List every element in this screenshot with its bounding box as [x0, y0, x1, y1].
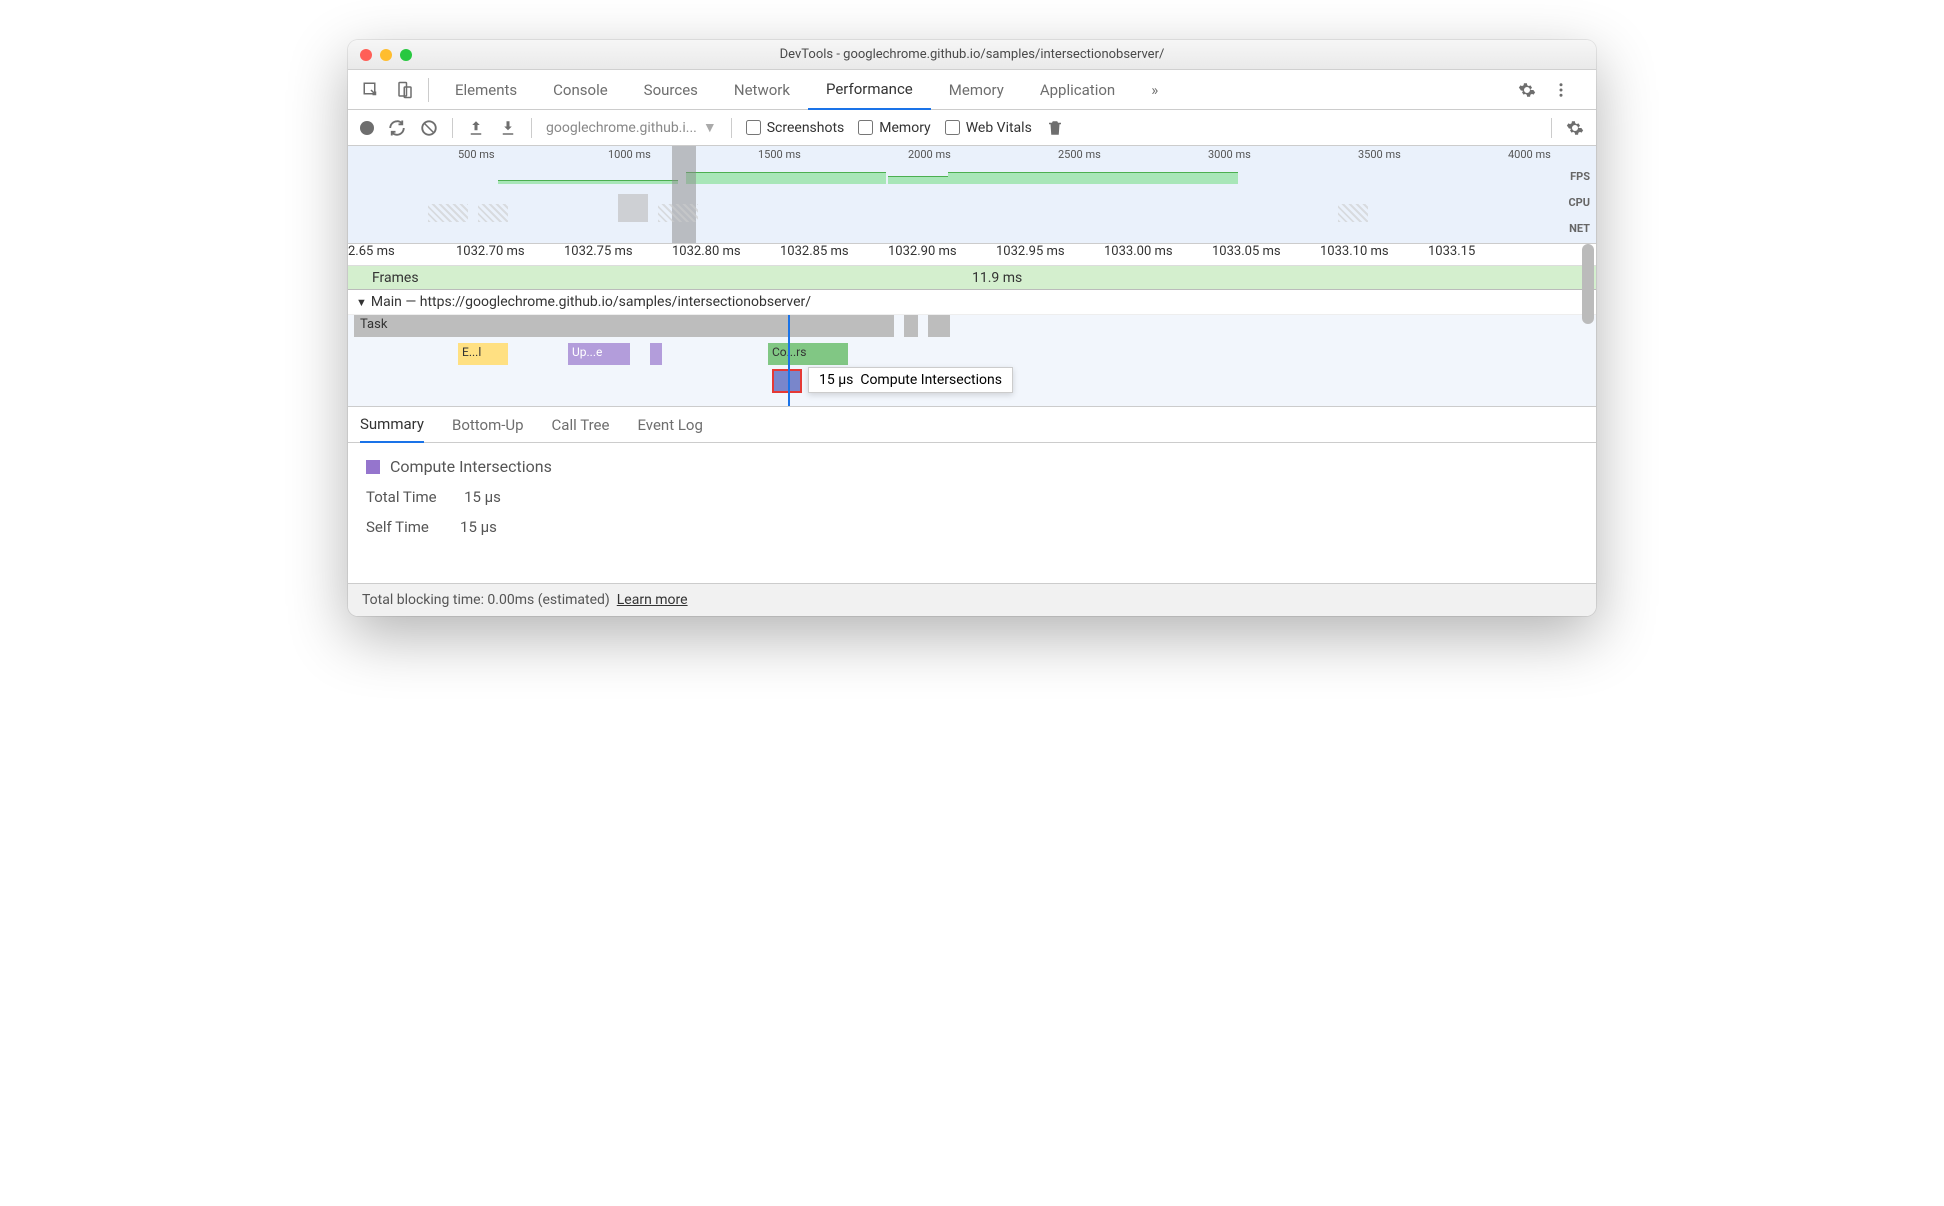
- selected-event[interactable]: [772, 369, 802, 393]
- traffic-lights: [360, 49, 412, 61]
- blocking-time: Total blocking time: 0.00ms (estimated): [362, 592, 610, 608]
- overview-ruler: 500 ms 1000 ms 1500 ms 2000 ms 2500 ms 3…: [348, 146, 1596, 162]
- tab-sources[interactable]: Sources: [626, 70, 716, 110]
- tab-performance[interactable]: Performance: [808, 70, 931, 110]
- fps-track: [348, 164, 1566, 190]
- settings-icon[interactable]: [1566, 119, 1584, 137]
- total-time-value: 15 µs: [464, 488, 501, 506]
- flame-event[interactable]: [650, 343, 662, 365]
- inspect-icon[interactable]: [360, 79, 382, 101]
- flame-task[interactable]: Task: [354, 315, 894, 337]
- overview-labels: FPS CPU NET: [1568, 164, 1590, 242]
- overview-panel[interactable]: 500 ms 1000 ms 1500 ms 2000 ms 2500 ms 3…: [348, 146, 1596, 244]
- tab-call-tree[interactable]: Call Tree: [552, 408, 610, 442]
- tab-console[interactable]: Console: [535, 70, 626, 110]
- main-tabs: Elements Console Sources Network Perform…: [348, 70, 1596, 110]
- playhead[interactable]: [788, 315, 790, 406]
- total-time-label: Total Time: [366, 488, 437, 506]
- tooltip-name: Compute Intersections: [860, 372, 1002, 388]
- reload-icon[interactable]: [388, 119, 406, 137]
- flame-task-fragment[interactable]: [928, 315, 950, 337]
- tab-bottom-up[interactable]: Bottom-Up: [452, 408, 524, 442]
- tooltip-duration: 15 µs: [819, 372, 853, 388]
- device-icon[interactable]: [394, 79, 416, 101]
- self-time-label: Self Time: [366, 518, 429, 536]
- upload-icon[interactable]: [467, 119, 485, 137]
- event-tooltip: 15 µs Compute Intersections: [808, 367, 1013, 393]
- flamechart-area: 2.65 ms1032.70 ms1032.75 ms1032.80 ms103…: [348, 244, 1596, 407]
- download-icon[interactable]: [499, 119, 517, 137]
- screenshots-checkbox[interactable]: Screenshots: [746, 120, 845, 136]
- webvitals-checkbox[interactable]: Web Vitals: [945, 120, 1032, 136]
- clear-icon[interactable]: [420, 119, 438, 137]
- record-button[interactable]: [360, 121, 374, 135]
- devtools-window: DevTools - googlechrome.github.io/sample…: [348, 40, 1596, 616]
- url-selector[interactable]: googlechrome.github.i... ▼: [546, 119, 717, 136]
- frames-track[interactable]: Frames 11.9 ms: [348, 266, 1596, 290]
- detail-ruler: 2.65 ms1032.70 ms1032.75 ms1032.80 ms103…: [348, 244, 1596, 266]
- window-title: DevTools - googlechrome.github.io/sample…: [348, 47, 1596, 62]
- cpu-track: [348, 192, 1566, 222]
- tab-event-log[interactable]: Event Log: [637, 408, 702, 442]
- maximize-icon[interactable]: [400, 49, 412, 61]
- main-thread-label: Main — https://googlechrome.github.io/sa…: [371, 294, 811, 310]
- chevron-down-icon: ▼: [356, 296, 367, 309]
- kebab-icon[interactable]: [1550, 79, 1572, 101]
- learn-more-link[interactable]: Learn more: [617, 592, 688, 608]
- flame-task-fragment[interactable]: [904, 315, 918, 337]
- tab-more[interactable]: »: [1133, 70, 1176, 110]
- perf-toolbar: googlechrome.github.i... ▼ Screenshots M…: [348, 110, 1596, 146]
- detail-tabs: Summary Bottom-Up Call Tree Event Log: [348, 407, 1596, 443]
- tab-application[interactable]: Application: [1022, 70, 1133, 110]
- self-time-value: 15 µs: [460, 518, 497, 536]
- trash-icon[interactable]: [1046, 119, 1064, 137]
- minimize-icon[interactable]: [380, 49, 392, 61]
- frames-value: 11.9 ms: [972, 270, 1022, 286]
- memory-checkbox[interactable]: Memory: [858, 120, 930, 136]
- frames-label: Frames: [348, 270, 419, 286]
- flame-event[interactable]: Co...rs: [768, 343, 848, 365]
- main-thread-header[interactable]: ▼ Main — https://googlechrome.github.io/…: [348, 290, 1596, 315]
- gear-icon[interactable]: [1516, 79, 1538, 101]
- scrollbar[interactable]: [1582, 244, 1594, 324]
- tab-elements[interactable]: Elements: [437, 70, 535, 110]
- tab-network[interactable]: Network: [716, 70, 808, 110]
- close-icon[interactable]: [360, 49, 372, 61]
- summary-panel: Compute Intersections Total Time 15 µs S…: [348, 443, 1596, 583]
- titlebar[interactable]: DevTools - googlechrome.github.io/sample…: [348, 40, 1596, 70]
- flame-chart[interactable]: Task E...l Up...e Co...rs 15 µs Compute …: [348, 315, 1596, 407]
- flame-event[interactable]: Up...e: [568, 343, 630, 365]
- footer: Total blocking time: 0.00ms (estimated) …: [348, 583, 1596, 616]
- event-name: Compute Intersections: [390, 457, 552, 476]
- tab-summary[interactable]: Summary: [360, 407, 424, 443]
- color-swatch: [366, 460, 380, 474]
- flame-event[interactable]: E...l: [458, 343, 508, 365]
- tab-memory[interactable]: Memory: [931, 70, 1022, 110]
